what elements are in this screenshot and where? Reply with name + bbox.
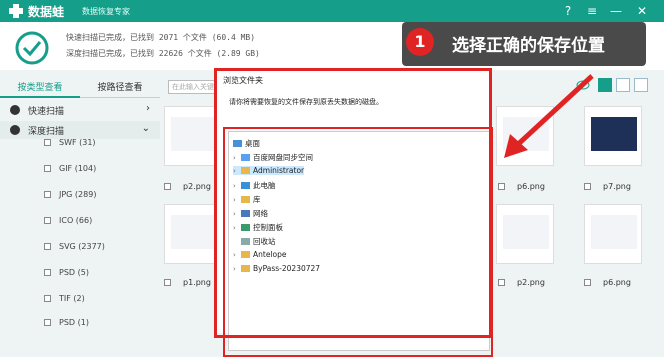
checkbox-icon[interactable]	[164, 279, 171, 286]
checkbox-icon[interactable]	[44, 191, 51, 198]
menu-icon[interactable]: ≡	[584, 3, 600, 19]
app-subtitle: 数据恢复专家	[82, 7, 130, 16]
sidebar-sub-item[interactable]: SVG (2377)	[44, 242, 105, 251]
file-thumbnail[interactable]	[496, 204, 554, 264]
sidebar-item-label: 快速扫描	[28, 107, 65, 117]
grid-view-button[interactable]	[598, 78, 612, 92]
checkbox-icon[interactable]	[44, 295, 51, 302]
deep-scan-status: 深度扫描已完成，已找到 22626 个文件 (2.89 GB)	[66, 49, 260, 58]
sidebar-sub-item[interactable]: PSD (5)	[44, 268, 89, 277]
chevron-right-icon: ›	[146, 103, 150, 114]
file-caption[interactable]: p6.png	[498, 182, 545, 191]
tab-by-type[interactable]: 按类型查看	[0, 78, 80, 98]
sidebar-item-deep-scan[interactable]: 深度扫描 ⌄	[0, 121, 160, 139]
close-button[interactable]: ✕	[634, 3, 650, 19]
checkbox-icon[interactable]	[44, 243, 51, 250]
checkbox-icon[interactable]	[584, 279, 591, 286]
thumbnail-image	[171, 117, 217, 151]
sidebar-item-quick-scan[interactable]: 快速扫描 ›	[0, 101, 160, 119]
checkbox-icon[interactable]	[44, 165, 51, 172]
checkbox-icon[interactable]	[498, 279, 505, 286]
app-logo-icon	[9, 4, 23, 18]
sidebar-sub-item[interactable]: ICO (66)	[44, 216, 92, 225]
checkbox-icon[interactable]	[498, 183, 505, 190]
sidebar-sub-item[interactable]: GIF (104)	[44, 164, 96, 173]
file-caption[interactable]: p6.png	[584, 278, 631, 287]
help-icon[interactable]: ?	[560, 3, 576, 19]
quick-scan-status: 快速扫描已完成，已找到 2071 个文件 (60.4 MB)	[66, 33, 256, 42]
checkbox-icon[interactable]	[44, 139, 51, 146]
list-view-button[interactable]	[616, 78, 630, 92]
callout-text: 选择正确的保存位置	[452, 36, 605, 56]
file-caption[interactable]: p1.png	[164, 278, 211, 287]
file-caption[interactable]: p2.png	[164, 182, 211, 191]
minimize-button[interactable]: —	[608, 3, 624, 19]
detail-view-button[interactable]	[634, 78, 648, 92]
dialog-highlight-frame	[214, 68, 492, 338]
pointer-arrow-icon	[504, 74, 594, 158]
thumbnail-image	[171, 215, 217, 249]
thumbnail-image	[591, 215, 637, 249]
checkbox-icon[interactable]	[44, 269, 51, 276]
checkbox-icon[interactable]	[584, 183, 591, 190]
checkbox-icon[interactable]	[164, 183, 171, 190]
sidebar-sub-item[interactable]: JPG (289)	[44, 190, 96, 199]
step-badge: 1	[406, 28, 434, 56]
view-tabs: 按类型查看 按路径查看	[0, 78, 160, 98]
thumbnail-image	[503, 215, 549, 249]
sidebar-sub-item[interactable]: SWF (31)	[44, 138, 96, 147]
file-caption[interactable]: p2.png	[498, 278, 545, 287]
sidebar-sub-item[interactable]: PSD (1)	[44, 318, 89, 327]
checkbox-icon[interactable]	[44, 319, 51, 326]
radio-icon	[10, 105, 20, 115]
checkbox-icon[interactable]	[44, 217, 51, 224]
file-caption[interactable]: p7.png	[584, 182, 631, 191]
scan-complete-icon	[15, 31, 49, 65]
radio-icon	[10, 125, 20, 135]
app-name: 数据蛙	[28, 5, 65, 19]
title-bar: 数据蛙 数据恢复专家 ? ≡ — ✕	[0, 0, 664, 22]
sidebar-sub-item[interactable]: TIF (2)	[44, 294, 85, 303]
chevron-down-icon: ⌄	[141, 123, 150, 134]
tab-by-path[interactable]: 按路径查看	[80, 78, 160, 98]
sidebar-item-label: 深度扫描	[28, 127, 65, 137]
file-thumbnail[interactable]	[584, 204, 642, 264]
